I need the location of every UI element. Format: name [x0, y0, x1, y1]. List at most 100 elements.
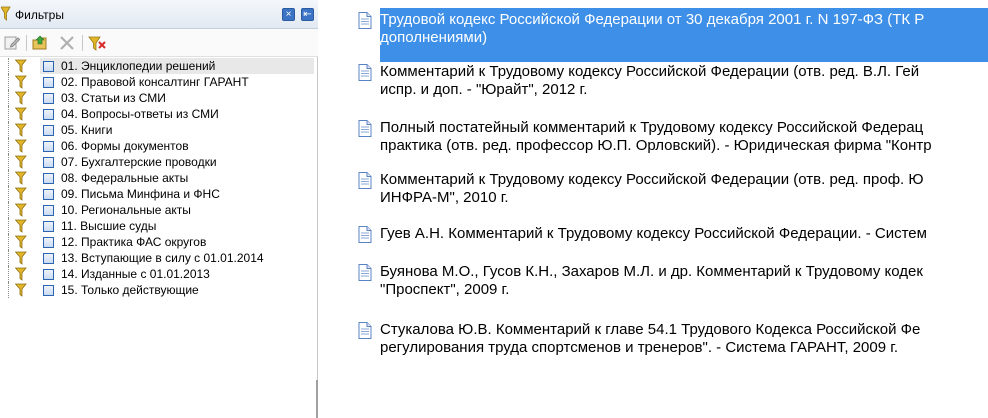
funnel-icon [15, 251, 27, 265]
document-icon [358, 120, 372, 137]
funnel-icon [15, 123, 27, 137]
filter-item[interactable]: 15. Только действующие [0, 282, 316, 298]
filter-checkbox[interactable] [43, 93, 54, 104]
filter-item[interactable]: 10. Региональные акты [0, 202, 316, 218]
filter-item[interactable]: 02. Правовой консалтинг ГАРАНТ [0, 74, 316, 90]
filter-label: 13. Вступающие в силу с 01.01.2014 [61, 251, 264, 265]
document-title-line: Комментарий к Трудовому кодексу Российск… [380, 171, 924, 188]
filter-checkbox[interactable] [43, 253, 54, 264]
document-icon [358, 172, 372, 189]
close-panel-button[interactable]: × [282, 8, 295, 21]
filter-item[interactable]: 07. Бухгалтерские проводки [0, 154, 316, 170]
filter-label: 11. Высшие суды [61, 219, 157, 233]
tree-connector [8, 234, 9, 250]
funnel-icon [15, 59, 27, 73]
filter-item[interactable]: 01. Энциклопедии решений [0, 58, 316, 74]
panel-splitter[interactable] [316, 380, 318, 418]
filter-checkbox[interactable] [43, 157, 54, 168]
filter-checkbox[interactable] [43, 205, 54, 216]
filter-label: 10. Региональные акты [61, 203, 191, 217]
document-icon [358, 64, 372, 81]
filter-label: 06. Формы документов [61, 139, 189, 153]
funnel-icon [15, 203, 27, 217]
filter-label: 09. Письма Минфина и ФНС [61, 187, 220, 201]
document-icon [358, 12, 372, 29]
document-icon [358, 226, 372, 243]
toolbar-separator [26, 35, 27, 51]
tree-connector [8, 266, 9, 282]
filter-item[interactable]: 12. Практика ФАС округов [0, 234, 316, 250]
filter-item[interactable]: 03. Статьи из СМИ [0, 90, 316, 106]
filter-item[interactable]: 11. Высшие суды [0, 218, 316, 234]
funnel-icon [15, 107, 27, 121]
filter-checkbox[interactable] [43, 285, 54, 296]
filter-checkbox[interactable] [43, 109, 54, 120]
tree-connector [8, 250, 9, 266]
tree-connector [8, 154, 9, 170]
tree-connector [8, 138, 9, 154]
document-title-line: Стукалова Ю.В. Комментарий к главе 54.1 … [380, 321, 921, 338]
filter-checkbox[interactable] [43, 189, 54, 200]
document-icon [358, 264, 372, 281]
document-title-line: Буянова М.О., Гусов К.Н., Захаров М.Л. и… [380, 263, 923, 280]
open-folder-icon[interactable] [32, 34, 50, 52]
funnel-icon [15, 171, 27, 185]
filter-checkbox[interactable] [43, 269, 54, 280]
filter-checkbox[interactable] [43, 173, 54, 184]
filter-label: 15. Только действующие [61, 283, 199, 297]
funnel-icon [15, 283, 27, 297]
panel-title: Фильтры [15, 8, 64, 22]
tree-connector [8, 122, 9, 138]
tree-connector [8, 202, 9, 218]
document-title-line: Комментарий к Трудовому кодексу Российск… [380, 63, 920, 80]
filter-item[interactable]: 05. Книги [0, 122, 316, 138]
document-title-line: Гуев А.Н. Комментарий к Трудовому кодекс… [380, 225, 927, 242]
edit-filter-icon[interactable] [3, 34, 21, 52]
funnel-icon [1, 6, 11, 21]
document-title-line: испр. и доп. - "Юрайт", 2012 г. [380, 81, 588, 98]
filter-item[interactable]: 04. Вопросы-ответы из СМИ [0, 106, 316, 122]
document-title-line: Полный постатейный комментарий к Трудово… [380, 119, 924, 136]
funnel-icon [15, 155, 27, 169]
tree-connector [8, 90, 9, 106]
funnel-icon [15, 235, 27, 249]
filter-item[interactable]: 13. Вступающие в силу с 01.01.2014 [0, 250, 316, 266]
document-title-line: дополнениями) [380, 29, 488, 46]
filter-checkbox[interactable] [43, 237, 54, 248]
filter-item[interactable]: 08. Федеральные акты [0, 170, 316, 186]
filter-checkbox[interactable] [43, 221, 54, 232]
filter-label: 12. Практика ФАС округов [61, 235, 207, 249]
tree-connector [8, 74, 9, 90]
tree-connector [8, 170, 9, 186]
filter-item[interactable]: 14. Изданные с 01.01.2013 [0, 266, 316, 282]
document-title-line: Трудовой кодекс Российской Федерации от … [380, 11, 925, 28]
filter-label: 02. Правовой консалтинг ГАРАНТ [61, 75, 249, 89]
delete-icon[interactable] [58, 34, 76, 52]
filter-checkbox[interactable] [43, 61, 54, 72]
filter-label: 07. Бухгалтерские проводки [61, 155, 217, 169]
funnel-icon [15, 267, 27, 281]
filters-panel: Фильтры × ⇤ 01. Энциклопедии решений 02. … [0, 0, 318, 418]
filter-label: 04. Вопросы-ответы из СМИ [61, 107, 219, 121]
filter-checkbox[interactable] [43, 125, 54, 136]
document-icon [358, 322, 372, 339]
funnel-icon [15, 91, 27, 105]
filter-label: 08. Федеральные акты [61, 171, 189, 185]
filter-item[interactable]: 09. Письма Минфина и ФНС [0, 186, 316, 202]
filter-checkbox[interactable] [43, 77, 54, 88]
tree-connector [8, 282, 9, 298]
document-title-line: "Проспект", 2009 г. [380, 281, 510, 298]
filter-label: 05. Книги [61, 123, 113, 137]
tree-connector [8, 106, 9, 122]
document-title-line: практика (отв. ред. профессор Ю.П. Орлов… [380, 137, 932, 154]
filter-item[interactable]: 06. Формы документов [0, 138, 316, 154]
filters-toolbar [0, 29, 318, 57]
filter-label: 03. Статьи из СМИ [61, 91, 166, 105]
filters-panel-header: Фильтры × ⇤ [0, 0, 318, 29]
pin-panel-button[interactable]: ⇤ [301, 8, 314, 21]
toolbar-separator [82, 35, 83, 51]
tree-connector [8, 58, 9, 74]
filter-checkbox[interactable] [43, 141, 54, 152]
funnel-icon [15, 139, 27, 153]
reset-filter-icon[interactable] [88, 34, 106, 52]
